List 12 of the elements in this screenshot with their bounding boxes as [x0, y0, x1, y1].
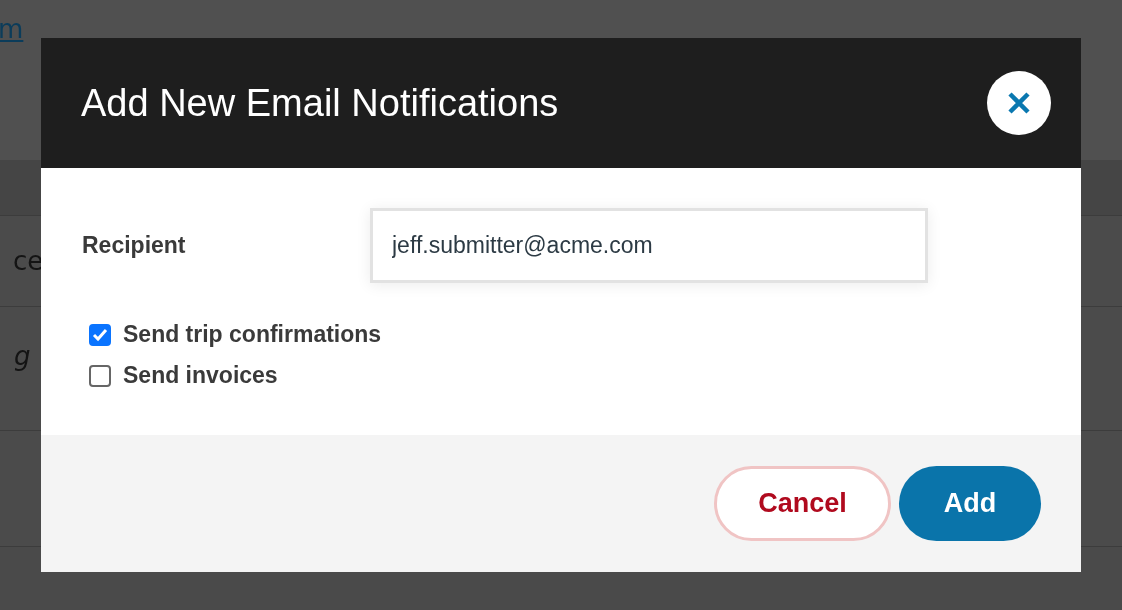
table-cell: g	[14, 341, 31, 371]
add-button[interactable]: Add	[899, 466, 1041, 541]
table-cell: ce	[13, 246, 44, 276]
checkbox-label: Send invoices	[123, 362, 278, 389]
checkbox[interactable]	[89, 323, 111, 346]
close-icon	[1007, 91, 1031, 115]
dialog-title: Add New Email Notifications	[81, 81, 559, 125]
field-label: Recipient	[82, 232, 187, 259]
checkbox-label: Send trip confirmations	[123, 321, 382, 348]
cancel-button[interactable]: Cancel	[714, 466, 891, 541]
recipient-field[interactable]: jeff.submitter@acme.com	[370, 208, 928, 283]
checkbox[interactable]	[89, 364, 111, 387]
